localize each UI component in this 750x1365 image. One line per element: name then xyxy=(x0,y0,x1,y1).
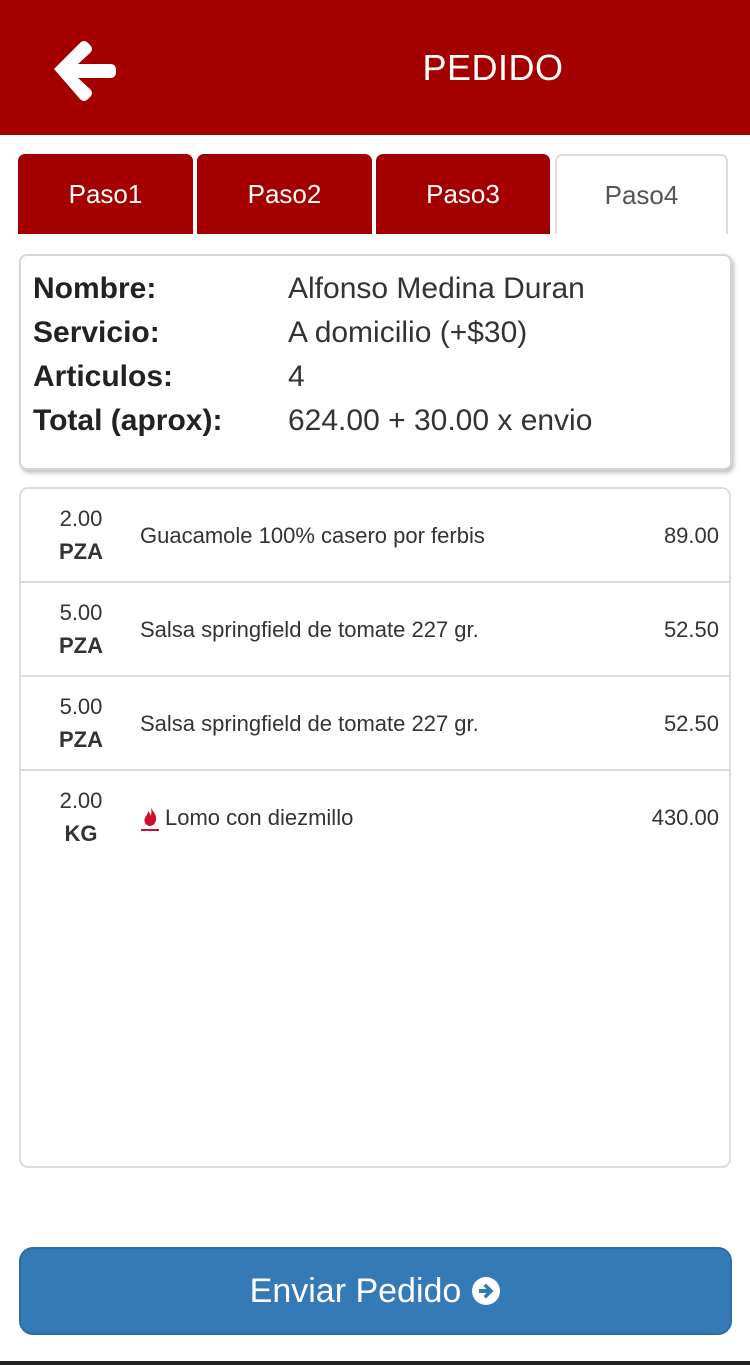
item-price: 89.00 xyxy=(663,523,719,548)
summary-value: 624.00 + 30.00 x envio xyxy=(288,404,593,437)
tab-paso4[interactable]: Paso4 xyxy=(555,154,728,234)
order-summary-card: Nombre: Alfonso Medina Duran Servicio: A… xyxy=(19,254,732,470)
send-order-label: Enviar Pedido xyxy=(249,1271,462,1310)
tab-paso3[interactable]: Paso3 xyxy=(376,154,550,234)
summary-value: Alfonso Medina Duran xyxy=(288,272,585,305)
item-price: 430.00 xyxy=(651,805,719,830)
summary-row-servicio: Servicio: A domicilio (+$30) xyxy=(33,311,723,355)
summary-row-total: Total (aprox): 624.00 + 30.00 x envio xyxy=(33,399,723,443)
summary-key: Servicio: xyxy=(33,316,160,349)
item-description: Salsa springfield de tomate 227 gr. xyxy=(140,617,479,642)
item-quantity: 5.00 xyxy=(59,694,103,719)
summary-value: 4 xyxy=(288,360,305,393)
list-item[interactable]: 5.00 PZA Salsa springfield de tomate 227… xyxy=(21,583,729,677)
tab-paso2[interactable]: Paso2 xyxy=(197,154,372,234)
bottom-edge xyxy=(0,1361,750,1365)
summary-key: Articulos: xyxy=(33,360,174,393)
item-description-wrap: Lomo con diezmillo xyxy=(140,802,353,834)
arrow-circle-right-icon xyxy=(472,1277,501,1305)
list-item[interactable]: 5.00 PZA Salsa springfield de tomate 227… xyxy=(21,677,729,771)
item-quantity: 2.00 xyxy=(59,506,103,531)
list-item[interactable]: 2.00 KG Lomo con diezmillo 430.00 xyxy=(21,771,729,865)
item-price: 52.50 xyxy=(663,711,719,736)
step-tabs: Paso1 Paso2 Paso3 Paso4 xyxy=(18,154,728,234)
item-unit: PZA xyxy=(59,633,103,658)
app-header: PEDIDO xyxy=(0,0,750,135)
item-quantity: 2.00 xyxy=(59,788,103,813)
item-description-wrap: Guacamole 100% casero por ferbis xyxy=(140,520,485,552)
page-title: PEDIDO xyxy=(422,47,564,88)
flame-icon xyxy=(140,804,160,832)
item-unit: KG xyxy=(64,821,98,846)
order-items-list: 2.00 PZA Guacamole 100% casero por ferbi… xyxy=(19,487,731,1168)
item-unit: PZA xyxy=(59,539,103,564)
summary-key: Total (aprox): xyxy=(33,404,223,437)
item-description-wrap: Salsa springfield de tomate 227 gr. xyxy=(140,708,479,740)
item-description: Salsa springfield de tomate 227 gr. xyxy=(140,711,479,736)
list-item[interactable]: 2.00 PZA Guacamole 100% casero por ferbi… xyxy=(21,489,729,583)
summary-key: Nombre: xyxy=(33,272,157,305)
summary-row-articulos: Articulos: 4 xyxy=(33,355,723,399)
summary-row-nombre: Nombre: Alfonso Medina Duran xyxy=(33,267,723,311)
item-unit: PZA xyxy=(59,727,103,752)
item-description: Guacamole 100% casero por ferbis xyxy=(140,523,485,548)
send-order-button[interactable]: Enviar Pedido xyxy=(19,1247,732,1335)
item-description: Lomo con diezmillo xyxy=(165,805,354,830)
arrow-left-icon xyxy=(54,41,116,101)
summary-value: A domicilio (+$30) xyxy=(288,316,528,349)
back-button[interactable] xyxy=(44,32,122,106)
item-description-wrap: Salsa springfield de tomate 227 gr. xyxy=(140,614,479,646)
tab-paso1[interactable]: Paso1 xyxy=(18,154,193,234)
item-quantity: 5.00 xyxy=(59,600,103,625)
item-price: 52.50 xyxy=(663,617,719,642)
